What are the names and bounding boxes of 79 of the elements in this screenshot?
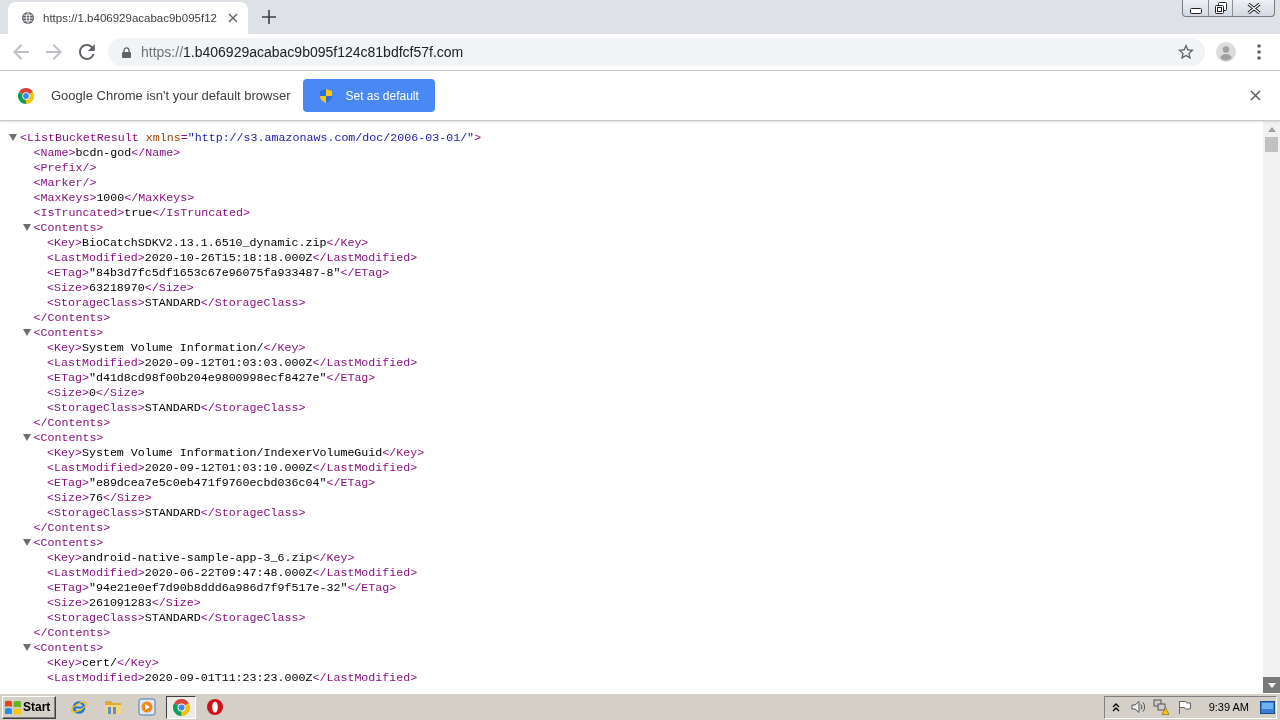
close-icon[interactable] [228, 13, 238, 23]
screen-icon[interactable] [1260, 700, 1275, 714]
globe-icon [22, 12, 34, 24]
xml-line: <StorageClass>STANDARD</StorageClass> [47, 610, 306, 625]
letter-e-icon [70, 698, 88, 716]
lock-icon [122, 46, 131, 58]
xml-line: <Size>76</Size> [47, 490, 152, 505]
close-icon [1246, 2, 1261, 14]
clock: 9:39 AM [1208, 701, 1249, 713]
xml-line: <Prefix/> [33, 160, 97, 175]
flag-icon[interactable] [1177, 700, 1192, 714]
taskbar-button[interactable] [166, 695, 196, 719]
start-button[interactable]: Start [2, 695, 56, 719]
xml-line: <StorageClass>STANDARD</StorageClass> [47, 295, 306, 310]
scrollbar-thumb[interactable] [1265, 137, 1278, 152]
xml-line: <ETag>"e89dcea7e5c0eb471f9760ecbd036c04"</ETag> [47, 475, 376, 490]
address-field[interactable]: https://1.b406929acabac9b095f124c81bdfcf57f.com [108, 38, 1205, 66]
disclosure-triangle-icon[interactable] [22, 434, 31, 441]
xml-line: <ETag>"94e21e0ef7d90b8ddd6a986d7f9f517e-32"</ETag> [47, 580, 397, 595]
xml-line: <Key>System Volume Information/</Key> [47, 340, 306, 355]
browser-logo-icon [172, 698, 190, 716]
xml-line: </Contents> [33, 415, 111, 430]
xml-line: </Contents> [33, 310, 111, 325]
xml-line: <ETag>"84b3d7fc5df1653c67e96075fa933487-8"</ETag> [47, 265, 390, 280]
menu-icon[interactable] [1257, 44, 1261, 60]
minimize-icon [1189, 7, 1202, 14]
shield-icon [320, 88, 333, 103]
xml-line: <LastModified>2020-09-12T01:03:10.000Z</LastModified> [47, 460, 418, 475]
xml-line: <MaxKeys>1000</MaxKeys> [33, 190, 195, 205]
xml-line: <Marker/> [33, 175, 97, 190]
xml-line: <IsTruncated>true</IsTruncated> [33, 205, 251, 220]
restore-icon [1214, 2, 1227, 14]
infobar-message: Google Chrome isn't your default browser [51, 88, 291, 103]
scroll-down-button[interactable] [1263, 677, 1280, 693]
xml-line: <StorageClass>STANDARD</StorageClass> [47, 505, 306, 520]
xml-line: <Contents> [33, 430, 104, 445]
triangle-down-icon [1267, 682, 1276, 688]
xml-line: </Contents> [33, 520, 111, 535]
xml-line: <Size>63218970</Size> [47, 280, 194, 295]
ring-logo-icon [206, 698, 224, 716]
scrollbar[interactable] [1263, 121, 1280, 693]
xml-line: <Contents> [33, 535, 104, 550]
xml-line: <Key>System Volume Information/IndexerVolumeGuid</Key> [47, 445, 425, 460]
browser-logo-icon [18, 87, 34, 104]
avatar-icon[interactable] [1216, 42, 1236, 62]
plus-icon[interactable] [262, 10, 276, 24]
xml-line: <LastModified>2020-09-12T01:03:03.000Z</LastModified> [47, 355, 418, 370]
xml-line: <Contents> [33, 640, 104, 655]
folder-icon [104, 698, 122, 716]
speaker-icon[interactable] [1130, 700, 1145, 714]
xml-line: </Contents> [33, 625, 111, 640]
disclosure-triangle-icon[interactable] [22, 329, 31, 336]
xml-line: <LastModified>2020-09-01T11:23:23.000Z</LastModified> [47, 670, 418, 685]
xml-line: <Name>bcdn-god</Name> [33, 145, 181, 160]
xml-line: <Key>cert/</Key> [47, 655, 159, 670]
browser-tab[interactable]: https://1.b406929acabac9b095f12 [8, 2, 248, 34]
xml-line: <ETag>"d41d8cd98f00b204e9800998ecf8427e"</ETag> [47, 370, 376, 385]
reload-icon[interactable] [79, 44, 95, 60]
xml-line: <ListBucketResult xmlns="http://s3.amazonaws.com/doc/2006-03-01/"> [20, 130, 482, 145]
play-icon [138, 698, 156, 716]
disclosure-triangle-icon[interactable] [22, 644, 31, 651]
xml-line: <Size>261091283</Size> [47, 595, 201, 610]
xml-line: <Key>BioCatchSDKV2.13.1.6510_dynamic.zip</Key> [47, 235, 369, 250]
close-icon[interactable] [1250, 90, 1261, 101]
windows-flag-icon [5, 699, 21, 715]
triangle-up-icon [1267, 126, 1276, 132]
disclosure-triangle-icon[interactable] [22, 539, 31, 546]
xml-line: <Key>android-native-sample-app-3_6.zip</Key> [47, 550, 355, 565]
star-icon[interactable] [1178, 44, 1194, 60]
xml-line: <LastModified>2020-10-26T15:18:18.000Z</LastModified> [47, 250, 418, 265]
xml-line: <LastModified>2020-06-22T09:47:48.000Z</LastModified> [47, 565, 418, 580]
xml-line: <Contents> [33, 325, 104, 340]
disclosure-triangle-icon[interactable] [9, 134, 17, 141]
xml-line: <StorageClass>STANDARD</StorageClass> [47, 400, 306, 415]
disclosure-triangle-icon[interactable] [22, 224, 31, 231]
network-warning-icon[interactable] [1152, 699, 1169, 715]
double-chevron-up-icon[interactable] [1111, 702, 1120, 712]
xml-line: <Size>0</Size> [47, 385, 145, 400]
xml-line: <Contents> [33, 220, 104, 235]
